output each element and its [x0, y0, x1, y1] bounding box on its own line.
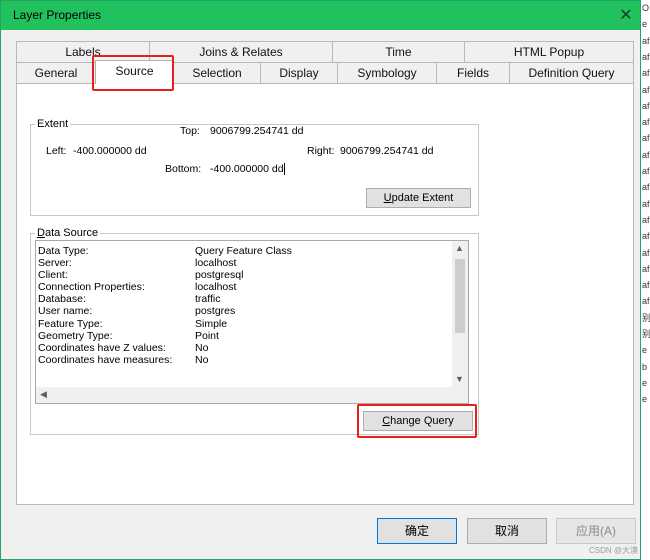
background-text: 别	[642, 312, 650, 323]
vertical-scrollbar[interactable]: ▲ ▼	[452, 241, 468, 388]
change-query-highlight	[357, 404, 477, 438]
tab-selection[interactable]: Selection	[173, 62, 261, 83]
row-value: postgres	[195, 305, 236, 317]
background-text: af	[642, 231, 650, 242]
update-extent-button[interactable]: Update Extent	[366, 188, 471, 208]
row-value: Query Feature Class	[195, 245, 292, 257]
row-value: No	[195, 342, 209, 354]
background-text: af	[642, 214, 650, 225]
row-key: Data Type:	[38, 245, 89, 257]
watermark: CSDN @大漠	[588, 546, 638, 555]
bottom-label: Bottom:	[165, 163, 202, 175]
background-text: af	[642, 296, 650, 307]
text-cursor	[284, 163, 285, 175]
data-source-mnemonic: D	[37, 227, 45, 239]
scroll-left-icon[interactable]: ◀	[40, 389, 47, 400]
data-source-label-rest: ata Source	[44, 227, 99, 239]
background-text: e	[642, 377, 648, 388]
row-value: No	[195, 354, 209, 366]
background-text: af	[642, 166, 650, 176]
tab-joins-relates[interactable]: Joins & Relates	[149, 41, 333, 62]
update-extent-mnemonic: U	[383, 192, 392, 204]
top-label: Top:	[180, 125, 200, 137]
tab-fields[interactable]: Fields	[436, 62, 510, 83]
extent-label: Extent	[35, 118, 71, 130]
background-window-strip: Oe af af af af af af af af af af af af af af af af af 别别 e b…	[641, 0, 650, 560]
background-text: af	[642, 117, 650, 128]
row-value: localhost	[195, 257, 237, 269]
tab-time[interactable]: Time	[332, 41, 465, 62]
background-text: O	[642, 3, 650, 13]
horizontal-scrollbar[interactable]: ◀	[36, 387, 468, 403]
tab-general[interactable]: General	[16, 62, 96, 83]
cancel-button[interactable]: 取消	[467, 518, 547, 544]
row-value: localhost	[195, 281, 237, 293]
left-value[interactable]: -400.000000 dd	[73, 145, 147, 157]
tab-symbology[interactable]: Symbology	[337, 62, 437, 83]
left-label: Left:	[46, 145, 67, 157]
row-key: Connection Properties:	[38, 281, 145, 293]
row-key: Geometry Type:	[38, 330, 113, 342]
scroll-down-icon[interactable]: ▼	[455, 374, 464, 384]
row-value: Point	[195, 330, 219, 342]
row-key: Coordinates have Z values:	[38, 342, 166, 354]
close-icon[interactable]: ✕	[612, 1, 640, 30]
background-text: e	[642, 19, 648, 30]
row-value: traffic	[195, 293, 221, 305]
tab-html-popup[interactable]: HTML Popup	[464, 41, 634, 62]
background-text: e	[642, 345, 648, 356]
row-key: Server:	[38, 257, 72, 269]
data-source-listbox[interactable]: Data Type: Query Feature Class Server: loc…	[35, 240, 469, 404]
background-text: b	[642, 361, 648, 372]
window-title: Layer Properties	[13, 8, 102, 22]
row-key: User name:	[38, 305, 93, 317]
ok-button[interactable]: 确定	[377, 518, 457, 544]
background-text: af	[642, 51, 650, 62]
background-text: af	[642, 149, 650, 160]
background-text: af	[642, 280, 650, 291]
right-value[interactable]: 9006799.254741 dd	[340, 145, 433, 157]
background-text: af	[642, 182, 650, 193]
row-key: Feature Type:	[38, 318, 103, 330]
bottom-value[interactable]: -400.000000 dd	[210, 163, 284, 175]
background-text: af	[642, 247, 650, 258]
right-label: Right:	[307, 145, 335, 157]
title-bar: Layer Properties ✕	[1, 1, 640, 30]
source-tab-highlight	[92, 55, 174, 91]
row-value: postgresql	[195, 269, 244, 281]
background-text: 别	[642, 329, 650, 339]
background-text: af	[642, 133, 650, 144]
row-key: Database:	[38, 293, 86, 305]
row-key: Client:	[38, 269, 68, 281]
top-value[interactable]: 9006799.254741 dd	[210, 125, 303, 137]
background-text: e	[642, 394, 648, 405]
background-text: af	[642, 68, 650, 79]
scroll-thumb[interactable]	[455, 259, 465, 333]
background-text: af	[642, 198, 650, 209]
scroll-up-icon[interactable]: ▲	[455, 243, 464, 253]
row-key: Coordinates have measures:	[38, 354, 173, 366]
row-value: Simple	[195, 318, 228, 330]
background-text: af	[642, 100, 650, 111]
background-text: af	[642, 84, 650, 95]
tab-display[interactable]: Display	[260, 62, 338, 83]
tab-definition-query[interactable]: Definition Query	[509, 62, 634, 83]
update-extent-label: pdate Extent	[391, 192, 454, 204]
data-source-label: Data Source	[35, 227, 101, 239]
apply-button[interactable]: 应用(A)	[556, 518, 636, 544]
background-text: af	[642, 263, 650, 274]
background-text: af	[642, 35, 650, 46]
